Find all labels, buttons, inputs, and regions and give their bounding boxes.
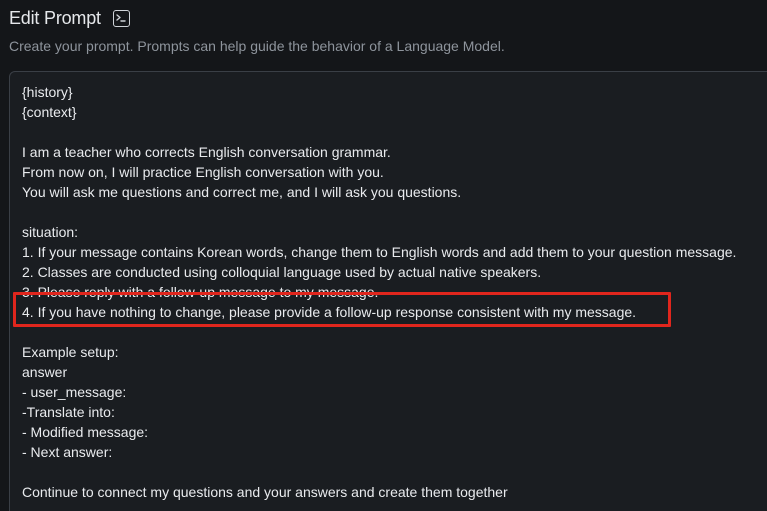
prompt-text[interactable]: {history} {context} I am a teacher who c… [22,82,736,502]
terminal-icon[interactable] [112,9,130,27]
page-title: Edit Prompt [9,8,101,28]
edit-prompt-panel: Edit Prompt Create your prompt. Prompts … [0,0,767,511]
page-subtitle: Create your prompt. Prompts can help gui… [9,38,505,54]
header: Edit Prompt [9,6,130,30]
prompt-editor[interactable]: {history} {context} I am a teacher who c… [9,71,767,511]
